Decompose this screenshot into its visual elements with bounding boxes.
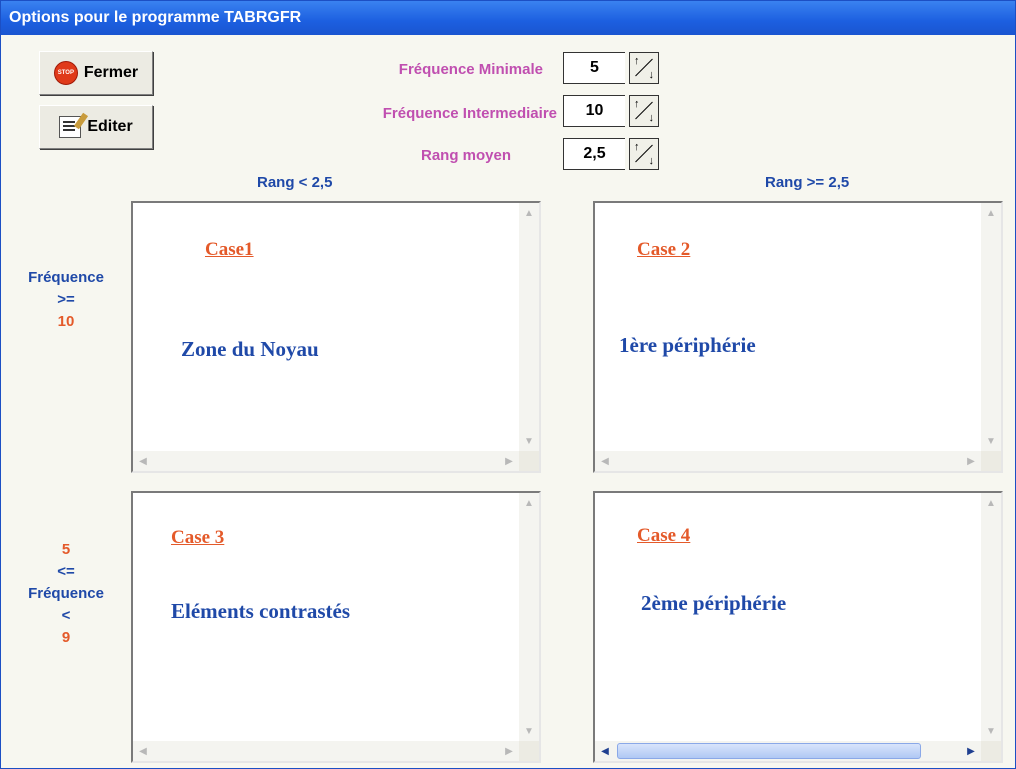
- case2-vscrollbar[interactable]: ▲ ▼: [981, 203, 1001, 451]
- freq-inter-label: Fréquence Intermediaire: [382, 105, 557, 122]
- case2-title: Case 2: [637, 239, 691, 260]
- scroll-up-icon[interactable]: ▲: [982, 494, 1000, 512]
- case4-hscroll-thumb[interactable]: [617, 743, 921, 759]
- scroll-left-icon[interactable]: ◀: [134, 742, 152, 760]
- editer-button[interactable]: Editer: [39, 105, 153, 149]
- case3-text: Eléments contrastés: [171, 599, 351, 623]
- scroll-right-icon[interactable]: ▶: [962, 452, 980, 470]
- scroll-left-icon[interactable]: ◀: [134, 452, 152, 470]
- freq-inter-spin-arrows-icon[interactable]: ↑ ↓: [629, 95, 659, 127]
- case3-hscrollbar[interactable]: ◀ ▶: [133, 741, 519, 761]
- case3-size-grip: [519, 741, 539, 761]
- scroll-left-icon[interactable]: ◀: [596, 452, 614, 470]
- edit-icon: [59, 116, 82, 138]
- case4-title: Case 4: [637, 525, 691, 546]
- rang-moyen-stepper[interactable]: 2,5 ↑ ↓: [563, 138, 659, 172]
- fermer-label: Fermer: [83, 64, 139, 81]
- case4-textbox[interactable]: Case 4 2ème périphérie ▲ ▼ ◀ ▶: [593, 491, 1003, 763]
- case4-text: 2ème périphérie: [641, 591, 787, 615]
- row-bottom-line1: 5: [61, 541, 71, 558]
- col-header-right: Rang >= 2,5: [765, 174, 850, 191]
- title-bar: Options pour le programme TABRGFR: [1, 1, 1015, 35]
- row-bottom-line5: 9: [61, 629, 71, 646]
- scroll-down-icon[interactable]: ▼: [520, 722, 538, 740]
- freq-inter-value[interactable]: 10: [563, 95, 625, 127]
- row-bottom-line3: Fréquence: [28, 585, 104, 602]
- freq-min-label: Fréquence Minimale: [398, 61, 543, 78]
- stop-icon: STOP: [53, 61, 78, 85]
- case2-size-grip: [981, 451, 1001, 471]
- scroll-right-icon[interactable]: ▶: [962, 742, 980, 760]
- scroll-down-icon[interactable]: ▼: [520, 432, 538, 450]
- rang-moyen-spin-arrows-icon[interactable]: ↑ ↓: [629, 138, 659, 170]
- row-top-line3: 10: [57, 313, 75, 330]
- case1-hscrollbar[interactable]: ◀ ▶: [133, 451, 519, 471]
- row-bottom-line4: <: [61, 607, 71, 624]
- case1-text: Zone du Noyau: [181, 337, 319, 361]
- row-top-line1: Fréquence: [28, 269, 104, 286]
- row-label-top: Fréquence >= 10: [11, 267, 121, 333]
- scroll-down-icon[interactable]: ▼: [982, 432, 1000, 450]
- case1-size-grip: [519, 451, 539, 471]
- rang-moyen-value[interactable]: 2,5: [563, 138, 625, 170]
- case1-vscrollbar[interactable]: ▲ ▼: [519, 203, 539, 451]
- freq-min-stepper[interactable]: 5 ↑ ↓: [563, 52, 659, 86]
- case2-hscrollbar[interactable]: ◀ ▶: [595, 451, 981, 471]
- case4-size-grip: [981, 741, 1001, 761]
- row-bottom-line2: <=: [57, 563, 75, 580]
- scroll-left-icon[interactable]: ◀: [596, 742, 614, 760]
- freq-min-value[interactable]: 5: [563, 52, 625, 84]
- col-header-left: Rang < 2,5: [257, 174, 333, 191]
- options-window: Options pour le programme TABRGFR STOP F…: [0, 0, 1016, 769]
- row-label-bottom: 5 <= Fréquence < 9: [11, 539, 121, 649]
- freq-inter-stepper[interactable]: 10 ↑ ↓: [563, 95, 659, 129]
- scroll-up-icon[interactable]: ▲: [520, 494, 538, 512]
- case4-hscrollbar[interactable]: ◀ ▶: [595, 741, 981, 761]
- case3-textbox[interactable]: Case 3 Eléments contrastés ▲ ▼ ◀ ▶: [131, 491, 541, 763]
- case1-textbox[interactable]: Case1 Zone du Noyau ▲ ▼ ◀ ▶: [131, 201, 541, 473]
- freq-min-spin-arrows-icon[interactable]: ↑ ↓: [629, 52, 659, 84]
- case1-title: Case1: [205, 239, 254, 260]
- scroll-up-icon[interactable]: ▲: [520, 204, 538, 222]
- case2-textbox[interactable]: Case 2 1ère périphérie ▲ ▼ ◀ ▶: [593, 201, 1003, 473]
- scroll-right-icon[interactable]: ▶: [500, 742, 518, 760]
- scroll-up-icon[interactable]: ▲: [982, 204, 1000, 222]
- scroll-down-icon[interactable]: ▼: [982, 722, 1000, 740]
- case3-title: Case 3: [171, 527, 225, 548]
- scroll-right-icon[interactable]: ▶: [500, 452, 518, 470]
- case4-vscrollbar[interactable]: ▲ ▼: [981, 493, 1001, 741]
- editer-label: Editer: [87, 118, 133, 135]
- case2-text: 1ère périphérie: [619, 333, 756, 357]
- case3-vscrollbar[interactable]: ▲ ▼: [519, 493, 539, 741]
- row-top-line2: >=: [57, 291, 75, 308]
- rang-moyen-label: Rang moyen: [420, 147, 511, 164]
- fermer-button[interactable]: STOP Fermer: [39, 51, 153, 95]
